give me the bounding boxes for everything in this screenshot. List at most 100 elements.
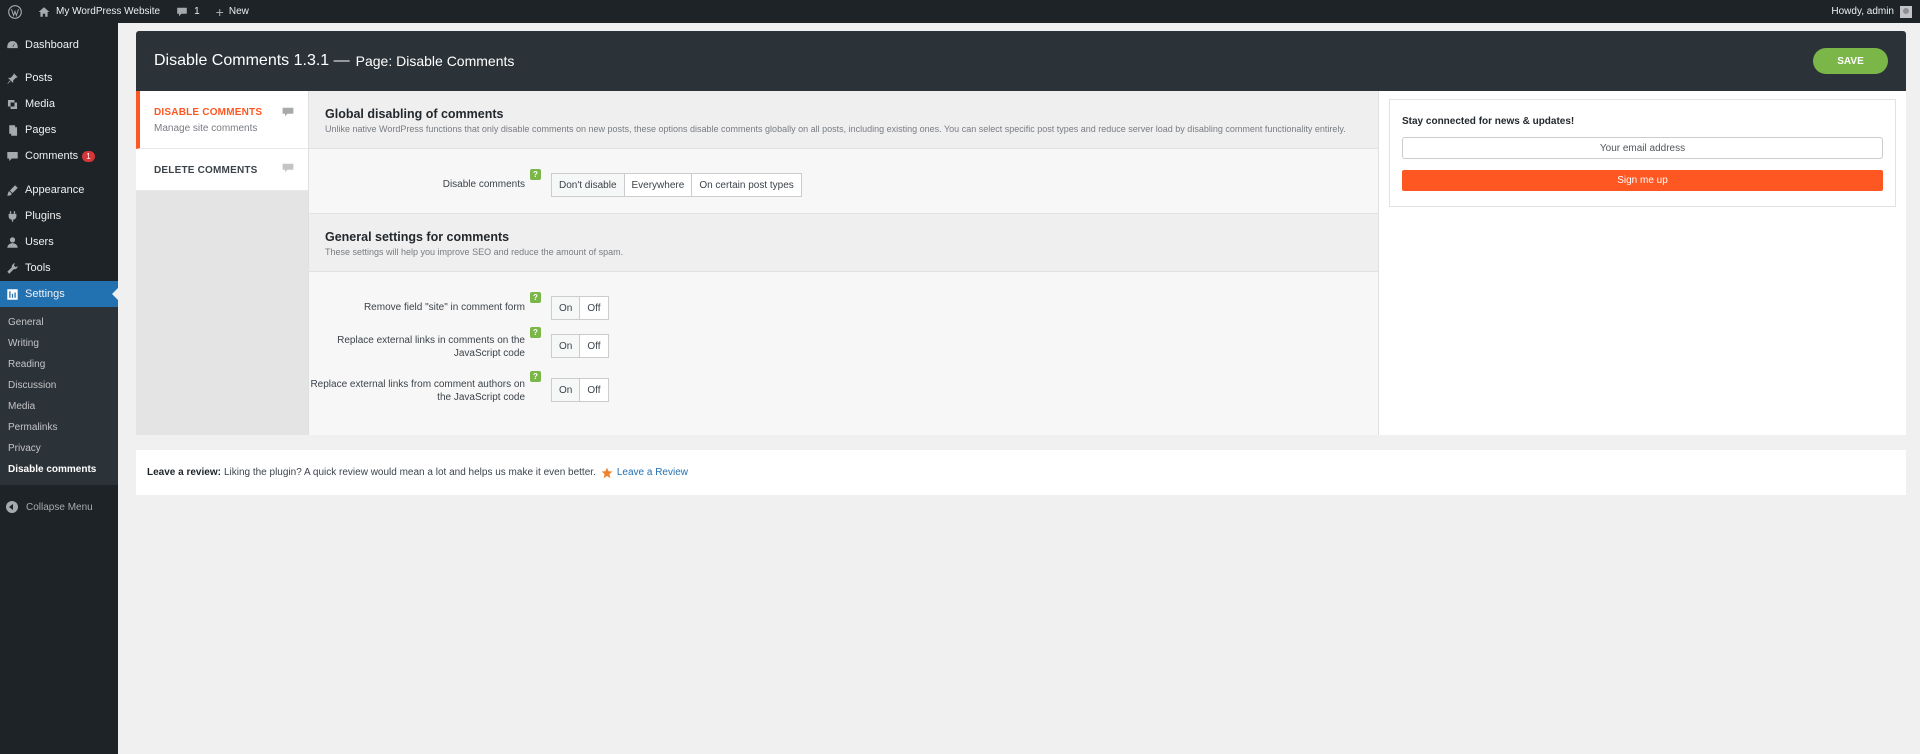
plug-icon	[8, 210, 17, 222]
global-section-header: Global disabling of comments Unlike nati…	[309, 91, 1378, 149]
off-button[interactable]: Off	[580, 379, 608, 401]
brush-icon	[7, 184, 18, 196]
setting-label: Remove field "site" in comment form	[363, 302, 525, 313]
home-icon	[38, 6, 50, 17]
tab-disable-comments[interactable]: DISABLE COMMENTS Manage site comments	[136, 91, 308, 149]
plugin-tabs: DISABLE COMMENTS Manage site comments DE…	[136, 91, 308, 435]
comment-icon	[282, 107, 294, 117]
tab-sublabel: Manage site comments	[154, 123, 258, 134]
sidebar-item-posts[interactable]: Posts	[0, 65, 118, 91]
settings-icon	[7, 288, 18, 300]
collapse-menu-label: Collapse Menu	[26, 501, 93, 513]
sidebar-item-appearance[interactable]: Appearance	[0, 177, 118, 203]
review-text: Liking the plugin? A quick review would …	[223, 467, 596, 478]
off-button[interactable]: Off	[580, 297, 608, 319]
setting-row-replace-links-comments: Replace external links in comments on th…	[309, 327, 1378, 378]
general-section-header: General settings for comments These sett…	[309, 213, 1378, 272]
new-content-link[interactable]: + New	[208, 0, 257, 23]
submenu-item-media[interactable]: Media	[0, 396, 118, 417]
sidebar-item-tools[interactable]: Tools	[0, 255, 118, 281]
disable-comments-selector: Don't disable Everywhere On certain post…	[551, 173, 802, 197]
help-icon[interactable]: ?	[530, 292, 541, 303]
sidebar-item-label: Dashboard	[25, 39, 79, 51]
global-section-description: Unlike native WordPress functions that o…	[325, 124, 1346, 134]
plugin-subtitle: Page: Disable Comments	[355, 53, 515, 69]
tab-label: DELETE COMMENTS	[154, 165, 258, 176]
wordpress-logo-icon[interactable]	[0, 0, 30, 23]
tab-delete-comments[interactable]: DELETE COMMENTS	[136, 149, 308, 191]
plugin-title: Disable Comments 1.3.1 —	[154, 52, 350, 69]
review-bar: Leave a review: Liking the plugin? A qui…	[136, 450, 1906, 495]
submenu-item-writing[interactable]: Writing	[0, 333, 118, 354]
sidebar-item-users[interactable]: Users	[0, 229, 118, 255]
submenu-item-reading[interactable]: Reading	[0, 354, 118, 375]
option-everywhere[interactable]: Everywhere	[624, 174, 693, 196]
sign-me-up-button[interactable]: Sign me up	[1402, 170, 1883, 191]
setting-label: Replace external links in comments on th…	[337, 335, 525, 359]
help-icon[interactable]: ?	[530, 169, 541, 180]
plus-icon: +	[215, 3, 224, 20]
star-icon	[601, 467, 613, 478]
sidebar-item-comments[interactable]: Comments 1	[0, 143, 118, 169]
submenu-item-privacy[interactable]: Privacy	[0, 438, 118, 459]
sidebar-item-dashboard[interactable]: Dashboard	[0, 31, 118, 59]
avatar	[1900, 5, 1912, 18]
sidebar-item-settings[interactable]: Settings	[0, 281, 118, 307]
tab-label: DISABLE COMMENTS	[154, 107, 263, 118]
email-field[interactable]: Your email address	[1402, 137, 1883, 159]
user-icon	[7, 236, 18, 248]
comment-icon	[282, 163, 294, 173]
collapse-menu-button[interactable]: Collapse Menu	[0, 493, 118, 521]
submenu-item-general[interactable]: General	[0, 312, 118, 333]
sidebar-item-label: Users	[25, 236, 54, 248]
sidebar-widgets: Stay connected for news & updates! Your …	[1379, 91, 1906, 435]
settings-submenu: General Writing Reading Discussion Media…	[0, 307, 118, 485]
global-section-title: Global disabling of comments	[325, 107, 504, 121]
option-dont-disable[interactable]: Don't disable	[552, 174, 625, 196]
help-icon[interactable]: ?	[530, 327, 541, 338]
comment-icon	[7, 151, 18, 161]
sidebar-item-label: Comments	[25, 150, 79, 162]
setting-row-remove-site: Remove field "site" in comment form ? On…	[309, 292, 1378, 334]
sidebar-item-label: Tools	[25, 262, 51, 274]
save-button[interactable]: SAVE	[1813, 48, 1888, 74]
on-button[interactable]: On	[552, 335, 581, 357]
settings-content: Global disabling of comments Unlike nati…	[308, 91, 1379, 435]
admin-sidebar: Dashboard Posts Media Pages Comments 1 A…	[0, 23, 118, 754]
setting-label: Replace external links from comment auth…	[310, 379, 525, 403]
sidebar-item-label: Plugins	[25, 210, 62, 222]
submenu-item-disable-comments[interactable]: Disable comments	[0, 459, 118, 480]
option-certain-post-types[interactable]: On certain post types	[692, 174, 801, 196]
dashboard-icon	[7, 40, 18, 48]
pages-icon	[9, 124, 18, 136]
sidebar-item-media[interactable]: Media	[0, 91, 118, 117]
comments-count: 1	[194, 6, 200, 17]
leave-review-link[interactable]: Leave a Review	[617, 467, 688, 478]
site-name-label: My WordPress Website	[56, 6, 161, 17]
off-button[interactable]: Off	[580, 335, 608, 357]
plugin-panel: Disable Comments 1.3.1 — Page: Disable C…	[136, 31, 1906, 435]
on-button[interactable]: On	[552, 379, 581, 401]
pin-icon	[7, 72, 18, 84]
newsletter-box: Stay connected for news & updates! Your …	[1389, 99, 1896, 207]
setting-row-replace-links-authors: Replace external links from comment auth…	[309, 371, 1378, 418]
help-icon[interactable]: ?	[530, 371, 541, 382]
review-bold-label: Leave a review:	[147, 467, 221, 478]
plugin-body: DISABLE COMMENTS Manage site comments DE…	[136, 91, 1906, 435]
sidebar-item-plugins[interactable]: Plugins	[0, 203, 118, 229]
sidebar-item-label: Settings	[25, 288, 65, 300]
collapse-arrow-icon	[6, 501, 18, 513]
sidebar-item-label: Appearance	[25, 184, 85, 196]
newsletter-title: Stay connected for news & updates!	[1402, 116, 1575, 127]
submenu-item-permalinks[interactable]: Permalinks	[0, 417, 118, 438]
disable-comments-label: Disable comments	[442, 179, 525, 190]
on-button[interactable]: On	[552, 297, 581, 319]
my-account-link[interactable]: Howdy, admin	[1823, 0, 1920, 23]
submenu-item-discussion[interactable]: Discussion	[0, 375, 118, 396]
general-section-title: General settings for comments	[325, 230, 510, 244]
disable-comments-row: Disable comments ? Don't disable Everywh…	[309, 149, 1378, 213]
site-name-link[interactable]: My WordPress Website	[30, 0, 168, 23]
sidebar-item-pages[interactable]: Pages	[0, 117, 118, 143]
sidebar-item-label: Posts	[25, 72, 53, 84]
comments-link[interactable]: 1	[168, 0, 208, 23]
